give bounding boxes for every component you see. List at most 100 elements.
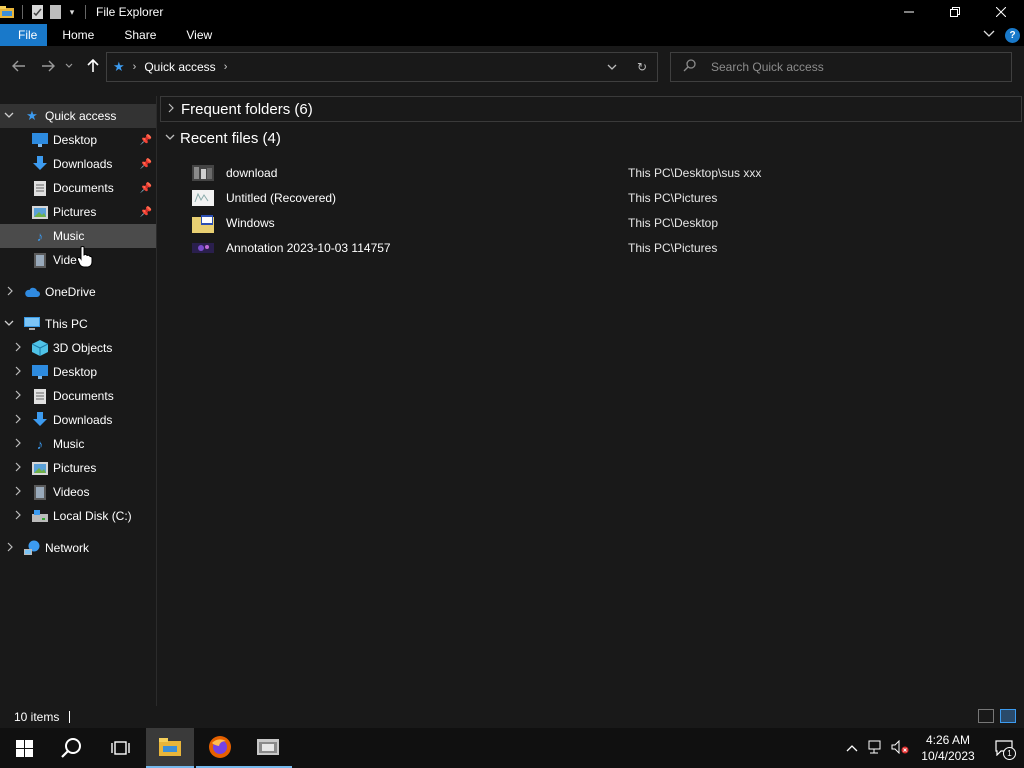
- breadcrumb-quick-access[interactable]: Quick access: [144, 60, 215, 74]
- nav-label: Pictures: [53, 461, 97, 475]
- expand-chevron-icon[interactable]: [13, 486, 23, 499]
- pin-icon[interactable]: 📌: [140, 135, 152, 146]
- details-view-icon[interactable]: [978, 709, 994, 723]
- expand-chevron-icon[interactable]: [13, 510, 23, 523]
- nav-label: This PC: [45, 317, 88, 331]
- restore-button[interactable]: [932, 0, 978, 24]
- pictures-icon: [32, 204, 48, 220]
- expand-chevron-icon[interactable]: [13, 390, 23, 403]
- nav-item-pc-downloads[interactable]: Downloads: [0, 408, 156, 432]
- recent-file-row[interactable]: Annotation 2023-10-03 114757 This PC\Pic…: [192, 235, 1012, 260]
- pin-icon[interactable]: 📌: [140, 159, 152, 170]
- nav-item-pc-desktop[interactable]: Desktop: [0, 360, 156, 384]
- properties-icon[interactable]: [31, 5, 45, 19]
- expand-chevron-icon[interactable]: [13, 342, 23, 355]
- close-button[interactable]: [978, 0, 1024, 24]
- expand-chevron-icon[interactable]: [5, 286, 15, 299]
- content-area[interactable]: Frequent folders (6) Recent files (4) do…: [158, 96, 1024, 706]
- nav-label: Local Disk (C:): [53, 509, 132, 523]
- expand-ribbon-chevron-icon[interactable]: [983, 29, 995, 41]
- nav-item-quick-access[interactable]: ★ Quick access: [0, 104, 156, 128]
- task-view-icon: [111, 741, 130, 755]
- tab-view[interactable]: View: [171, 24, 227, 46]
- navigation-pane[interactable]: ★ Quick access Desktop 📌 Downloads 📌 Doc…: [0, 96, 157, 706]
- nav-item-pictures[interactable]: Pictures 📌: [0, 200, 156, 224]
- volume-muted-icon[interactable]: [888, 739, 912, 757]
- tab-file[interactable]: File: [0, 24, 48, 46]
- folder-icon: [159, 738, 181, 756]
- nav-item-this-pc[interactable]: This PC: [0, 312, 156, 336]
- downloads-icon: [32, 412, 48, 428]
- group-frequent-folders[interactable]: Frequent folders (6): [160, 96, 1022, 122]
- help-icon[interactable]: ?: [1005, 27, 1020, 43]
- nav-item-music[interactable]: ♪ Music: [0, 224, 156, 248]
- large-icons-view-icon[interactable]: [1000, 709, 1016, 723]
- recent-file-row[interactable]: Windows This PC\Desktop: [192, 210, 1012, 235]
- back-arrow-icon[interactable]: [9, 56, 29, 76]
- expand-chevron-icon[interactable]: [5, 542, 15, 555]
- address-bar-controls: ↻: [597, 53, 657, 81]
- address-history-dropdown-icon[interactable]: [597, 60, 627, 74]
- nav-item-pc-videos[interactable]: Videos: [0, 480, 156, 504]
- 3d-objects-cube-icon: [32, 340, 48, 356]
- taskbar-file-explorer[interactable]: [146, 728, 194, 768]
- nav-item-3d-objects[interactable]: 3D Objects: [0, 336, 156, 360]
- clock-time: 4:26 AM: [925, 733, 971, 747]
- quick-access-star-icon: ★: [26, 108, 38, 123]
- group-recent-files[interactable]: Recent files (4): [160, 125, 1022, 151]
- nav-label: Downloads: [53, 413, 113, 427]
- customize-toolbar-dropdown-icon[interactable]: ▾: [67, 5, 77, 19]
- breadcrumb-chevron-icon[interactable]: ›: [224, 61, 228, 73]
- clock[interactable]: 4:26 AM 10/4/2023: [912, 732, 984, 764]
- expand-chevron-icon[interactable]: [161, 103, 181, 116]
- recent-file-row[interactable]: Untitled (Recovered) This PC\Pictures: [192, 185, 1012, 210]
- expand-chevron-icon[interactable]: [13, 366, 23, 379]
- nav-item-local-disk[interactable]: Local Disk (C:): [0, 504, 156, 528]
- nav-item-documents[interactable]: Documents 📌: [0, 176, 156, 200]
- collapse-chevron-icon[interactable]: [160, 133, 180, 144]
- nav-item-network[interactable]: Network: [0, 536, 156, 560]
- new-folder-icon[interactable]: [49, 5, 63, 19]
- nav-label: Desktop: [53, 133, 98, 147]
- recent-file-row[interactable]: download This PC\Desktop\sus xxx: [192, 160, 1012, 185]
- search-taskbar-button[interactable]: [48, 728, 96, 768]
- nav-item-pc-pictures[interactable]: Pictures: [0, 456, 156, 480]
- expand-chevron-icon[interactable]: [13, 438, 23, 451]
- nav-item-desktop[interactable]: Desktop 📌: [0, 128, 156, 152]
- start-button[interactable]: [0, 728, 48, 768]
- up-arrow-icon[interactable]: [83, 56, 103, 76]
- nav-item-downloads[interactable]: Downloads 📌: [0, 152, 156, 176]
- expand-chevron-icon[interactable]: [13, 462, 23, 475]
- search-box[interactable]: [670, 52, 1012, 82]
- nav-item-pc-documents[interactable]: Documents: [0, 384, 156, 408]
- action-center-button[interactable]: 1: [984, 728, 1024, 768]
- recent-locations-chevron-icon[interactable]: [62, 56, 76, 76]
- tab-home[interactable]: Home: [47, 24, 109, 46]
- minimize-button[interactable]: [886, 0, 932, 24]
- file-name: download: [226, 165, 278, 180]
- nav-item-onedrive[interactable]: OneDrive: [0, 280, 156, 304]
- forward-arrow-icon[interactable]: [38, 56, 58, 76]
- pin-icon[interactable]: 📌: [140, 183, 152, 194]
- collapse-chevron-icon[interactable]: [4, 111, 14, 122]
- refresh-icon[interactable]: ↻: [627, 60, 657, 74]
- nav-item-pc-music[interactable]: ♪ Music: [0, 432, 156, 456]
- collapse-chevron-icon[interactable]: [4, 319, 14, 330]
- nav-label: Documents: [53, 389, 114, 403]
- expand-chevron-icon[interactable]: [13, 414, 23, 427]
- network-status-icon[interactable]: [864, 740, 888, 757]
- pin-icon[interactable]: 📌: [140, 207, 152, 218]
- file-explorer-icon[interactable]: [0, 5, 14, 19]
- taskbar-firefox[interactable]: [196, 728, 244, 768]
- breadcrumb-chevron-icon[interactable]: ›: [133, 61, 137, 73]
- address-bar[interactable]: ★ › Quick access › ↻: [106, 52, 658, 82]
- file-location: This PC\Desktop\sus xxx: [628, 165, 762, 180]
- status-separator: [69, 711, 71, 723]
- task-view-button[interactable]: [96, 728, 144, 768]
- view-switcher: [978, 709, 1016, 723]
- tab-share[interactable]: Share: [109, 24, 171, 46]
- show-hidden-icons-chevron-icon[interactable]: [840, 741, 864, 755]
- search-input[interactable]: [711, 60, 1001, 74]
- taskbar-app[interactable]: [244, 728, 292, 768]
- firefox-icon: [209, 736, 231, 758]
